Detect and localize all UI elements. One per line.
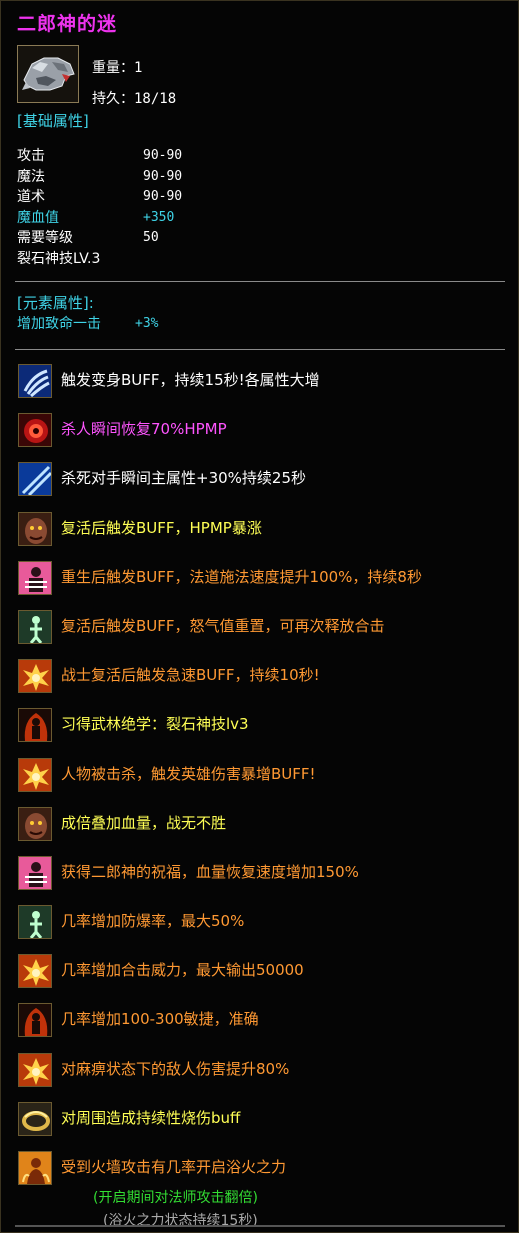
element-line-value: +3% xyxy=(135,316,159,331)
skill-text: 对麻痹状态下的敌人伤害提升80% xyxy=(61,1059,290,1078)
skill-text: 受到火墙攻击有几率开启浴火之力 xyxy=(61,1158,287,1176)
demon-face-icon xyxy=(18,806,52,841)
fire-burst-icon xyxy=(18,954,52,989)
durability-label: 持久： xyxy=(92,91,134,107)
skill-text: 获得二郎神的祝福，血量恢复速度增加150% xyxy=(61,862,359,881)
skill-row: 复活后触发BUFF，HPMP暴涨 xyxy=(15,505,515,554)
skill-text: 重生后触发BUFF，法道施法速度提升100%，持续8秒 xyxy=(61,567,422,586)
skill-row: 人物被击杀，触发英雄伤害暴增BUFF! xyxy=(15,751,515,800)
skill-row: 杀死对手瞬间主属性+30%持续25秒 xyxy=(15,455,515,504)
footnote-line: (浴火之力状态持续15秒) xyxy=(103,1213,258,1229)
skill-row: 习得武林绝学：裂石神技lv3 xyxy=(15,701,515,750)
stat-label: 裂石神技LV.3 xyxy=(17,250,101,267)
skill-row: 战士复活后触发急速BUFF，持续10秒! xyxy=(15,652,515,701)
skill-row: 几率增加防爆率，最大50% xyxy=(15,898,515,947)
skill-row: 杀人瞬间恢复70%HPMP xyxy=(15,406,515,455)
element-attributes-header: [元素属性]: xyxy=(17,294,94,312)
fire-burst-icon xyxy=(18,757,52,792)
stat-row: 裂石神技LV.3 xyxy=(17,248,317,270)
skill-text: 杀死对手瞬间主属性+30%持续25秒 xyxy=(61,469,306,488)
skill-text: 对周围造成持续性烧伤buff xyxy=(61,1108,241,1127)
skill-text: 复活后触发BUFF，HPMP暴涨 xyxy=(61,518,262,537)
wolf-helmet-icon xyxy=(17,45,79,103)
pink-warrior-icon xyxy=(18,855,52,890)
skill-row: 几率增加合击威力，最大输出50000 xyxy=(15,947,515,996)
weight-label: 重量： xyxy=(92,60,134,76)
skill-row: 几率增加100-300敏捷，准确 xyxy=(15,996,515,1045)
skill-row: 复活后触发BUFF，怒气值重置，可再次释放合击 xyxy=(15,603,515,652)
element-line-label: 增加致命一击 xyxy=(17,316,101,332)
skill-row: 成倍叠加血量，战无不胜 xyxy=(15,800,515,849)
skill-text: 杀人瞬间恢复70%HPMP xyxy=(61,420,227,439)
skill-text: 复活后触发BUFF，怒气值重置，可再次释放合击 xyxy=(61,616,385,635)
skill-text: 成倍叠加血量，战无不胜 xyxy=(61,813,227,832)
fire-burst-icon xyxy=(18,659,52,694)
weight-value: 1 xyxy=(134,60,143,76)
stat-label: 魔血值 xyxy=(17,209,59,226)
stat-value: 90-90 xyxy=(143,148,183,163)
skill-text: 几率增加100-300敏捷，准确 xyxy=(61,1010,259,1029)
red-eye-icon xyxy=(18,413,52,448)
blue-claw-icon xyxy=(18,364,52,398)
stat-row: 攻击 90-90 xyxy=(17,145,317,167)
skill-text: 几率增加防爆率，最大50% xyxy=(61,912,245,931)
divider xyxy=(15,281,505,282)
pink-warrior-icon xyxy=(18,560,52,595)
skill-row: 受到火墙攻击有几率开启浴火之力 xyxy=(15,1144,515,1193)
stat-row: 魔血值 +350 xyxy=(17,207,317,229)
skill-row: 触发变身BUFF，持续15秒!各属性大增 xyxy=(15,357,515,406)
skill-text: 战士复活后触发急速BUFF，持续10秒! xyxy=(61,666,320,685)
stat-value: 90-90 xyxy=(143,189,183,204)
blue-slash-icon xyxy=(18,462,52,497)
stat-row: 魔法 90-90 xyxy=(17,166,317,188)
skill-row: 对周围造成持续性烧伤buff xyxy=(15,1095,515,1144)
skill-row: 重生后触发BUFF，法道施法速度提升100%，持续8秒 xyxy=(15,554,515,603)
item-tooltip: 二郎神的迷 重量：1 持久：18/18 [基础属性] 攻击 90-90 魔法 90-9… xyxy=(0,0,519,1233)
skill-text: 几率增加合击威力，最大输出50000 xyxy=(61,961,304,980)
element-line: 增加致命一击 +3% xyxy=(17,313,317,335)
skill-text: 人物被击杀，触发英雄伤害暴增BUFF! xyxy=(61,764,316,783)
flame-figure-icon xyxy=(18,1151,52,1185)
skill-row: 获得二郎神的祝福，血量恢复速度增加150% xyxy=(15,849,515,898)
stat-label: 魔法 xyxy=(17,168,45,185)
stat-row: 道术 90-90 xyxy=(17,186,317,208)
skill-list: 触发变身BUFF，持续15秒!各属性大增 杀人瞬间恢复70%HPMP 杀死对手瞬间主… xyxy=(15,357,515,1193)
stat-row: 需要等级 50 xyxy=(17,227,317,249)
golden-ring-icon xyxy=(18,1101,52,1136)
durability-value: 18/18 xyxy=(134,91,177,107)
demon-face-icon xyxy=(18,511,52,546)
bottom-divider xyxy=(15,1225,505,1227)
divider xyxy=(15,349,505,350)
skill-text: 触发变身BUFF，持续15秒!各属性大增 xyxy=(61,371,320,389)
fire-burst-icon xyxy=(18,1052,52,1087)
skill-text: 习得武林绝学：裂石神技lv3 xyxy=(61,715,249,734)
stat-value: +350 xyxy=(143,209,175,225)
stat-label: 道术 xyxy=(17,189,45,205)
footnote-line: (开启期间对法师攻击翻倍) xyxy=(93,1190,258,1206)
stat-label: 攻击 xyxy=(17,148,45,164)
stat-value: 90-90 xyxy=(143,168,183,184)
stat-value: 50 xyxy=(143,230,159,245)
skill-row: 对麻痹状态下的敌人伤害提升80% xyxy=(15,1046,515,1095)
green-spirit-icon xyxy=(18,609,52,644)
stat-label: 需要等级 xyxy=(17,230,73,246)
base-attributes-header: [基础属性] xyxy=(17,112,89,130)
fire-figure-icon xyxy=(18,1003,52,1038)
green-spirit-icon xyxy=(18,905,52,940)
item-name: 二郎神的迷 xyxy=(17,13,118,35)
fire-figure-icon xyxy=(18,708,52,743)
